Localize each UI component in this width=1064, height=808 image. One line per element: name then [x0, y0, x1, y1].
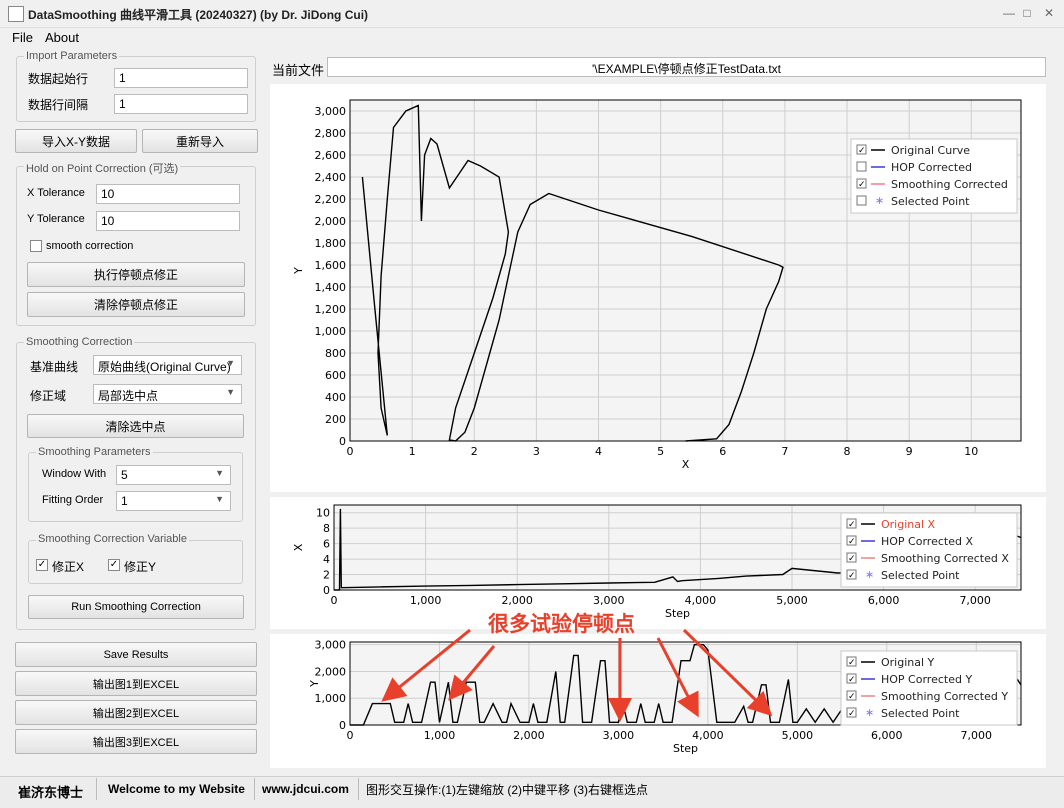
x-tick-label: 7	[781, 445, 788, 458]
x-tick-label: 0	[347, 445, 354, 458]
x-axis-label: X	[682, 458, 690, 471]
star-icon: ∗	[865, 568, 874, 581]
checkmark-icon: ✓	[848, 537, 856, 547]
y-tick-label: 2,600	[315, 149, 347, 162]
x-tick-label: 4,000	[685, 594, 717, 607]
x-tick-label: 0	[347, 729, 354, 742]
legend-label: Selected Point	[881, 707, 960, 720]
star-icon: ∗	[865, 706, 874, 719]
x-tick-label: 6,000	[868, 594, 900, 607]
x-tick-label: 3,000	[603, 729, 635, 742]
checkmark-icon: ✓	[848, 658, 856, 668]
legend-label: Smoothing Corrected	[891, 178, 1008, 191]
x-tick-label: 4	[595, 445, 602, 458]
y-tick-label: 800	[325, 347, 346, 360]
y-tick-label: 0	[323, 584, 330, 597]
y-tick-label: 2,800	[315, 127, 347, 140]
status-welcome: Welcome to my Website	[108, 782, 245, 796]
status-separator	[96, 778, 97, 800]
x-tick-label: 1,000	[410, 594, 442, 607]
status-separator	[254, 778, 255, 800]
y-tick-label: 600	[325, 369, 346, 382]
checkmark-icon: ✓	[848, 554, 856, 564]
x-axis-label: Step	[673, 742, 698, 755]
y-tick-label: 3,000	[315, 105, 347, 118]
x-tick-label: 9	[906, 445, 913, 458]
legend-label: Original Y	[881, 656, 935, 669]
y-tick-label: 2,000	[315, 665, 347, 678]
charts-canvas[interactable]: 02004006008001,0001,2001,4001,6001,8002,…	[0, 0, 1064, 808]
annotation-text: 很多试验停顿点	[488, 612, 635, 636]
y-tick-label: 2	[323, 569, 330, 582]
legend-label: Smoothing Corrected X	[881, 552, 1009, 565]
x-tick-label: 1	[409, 445, 416, 458]
checkmark-icon: ✓	[858, 146, 866, 156]
x-tick-label: 5,000	[782, 729, 814, 742]
x-tick-label: 1,000	[424, 729, 456, 742]
y-tick-label: 0	[339, 719, 346, 732]
x-tick-label: 3	[533, 445, 540, 458]
x-tick-label: 0	[331, 594, 338, 607]
x-axis-label: Step	[665, 607, 690, 620]
y-tick-label: 8	[323, 522, 330, 535]
legend-label: Smoothing Corrected Y	[881, 690, 1008, 703]
y-tick-label: 2,400	[315, 171, 347, 184]
y-tick-label: 6	[323, 538, 330, 551]
y-tick-label: 1,400	[315, 281, 347, 294]
y-tick-label: 1,000	[315, 325, 347, 338]
x-tick-label: 6	[719, 445, 726, 458]
x-tick-label: 4,000	[692, 729, 724, 742]
x-tick-label: 7,000	[961, 729, 993, 742]
y-tick-label: 1,200	[315, 303, 347, 316]
y-tick-label: 1,800	[315, 237, 347, 250]
x-tick-label: 2,000	[513, 729, 545, 742]
y-tick-label: 1,600	[315, 259, 347, 272]
y-tick-label: 2,000	[315, 215, 347, 228]
x-tick-label: 6,000	[871, 729, 903, 742]
y-tick-label: 3,000	[315, 639, 347, 652]
status-separator	[358, 778, 359, 800]
checkmark-icon: ✓	[858, 180, 866, 190]
checkmark-icon: ✓	[848, 709, 856, 719]
star-icon: ∗	[875, 194, 884, 207]
legend-label: Selected Point	[891, 195, 970, 208]
x-tick-label: 5	[657, 445, 664, 458]
legend-label: HOP Corrected X	[881, 535, 973, 548]
y-tick-label: 2,200	[315, 193, 347, 206]
x-tick-label: 10	[964, 445, 978, 458]
checkmark-icon: ✓	[848, 520, 856, 530]
status-hint: 图形交互操作:(1)左键缩放 (2)中键平移 (3)右键框选点	[366, 783, 649, 797]
y-tick-label: 1,000	[315, 692, 347, 705]
y-tick-label: 400	[325, 391, 346, 404]
y-axis-label: X	[292, 543, 305, 551]
checkmark-icon: ✓	[848, 675, 856, 685]
y-axis-label: Y	[292, 267, 305, 275]
legend-label: Selected Point	[881, 569, 960, 582]
x-tick-label: 3,000	[593, 594, 625, 607]
legend-checkbox	[856, 195, 867, 206]
x-tick-label: 2,000	[501, 594, 533, 607]
x-tick-label: 8	[844, 445, 851, 458]
status-author: 崔济东博士	[18, 785, 84, 800]
legend-checkbox	[856, 161, 867, 172]
checkmark-icon: ✓	[848, 571, 856, 581]
x-tick-label: 7,000	[959, 594, 991, 607]
legend-label: Original Curve	[891, 144, 970, 157]
y-tick-label: 10	[316, 507, 330, 520]
checkmark-icon: ✓	[848, 692, 856, 702]
y-tick-label: 4	[323, 553, 330, 566]
legend-label: Original X	[881, 518, 936, 531]
x-tick-label: 5,000	[776, 594, 808, 607]
legend-label: HOP Corrected	[891, 161, 972, 174]
y-axis-label: Y	[308, 680, 321, 688]
x-tick-label: 2	[471, 445, 478, 458]
status-website-link[interactable]: www.jdcui.com	[262, 782, 349, 796]
y-tick-label: 200	[325, 413, 346, 426]
y-tick-label: 0	[339, 435, 346, 448]
legend-label: HOP Corrected Y	[881, 673, 972, 686]
